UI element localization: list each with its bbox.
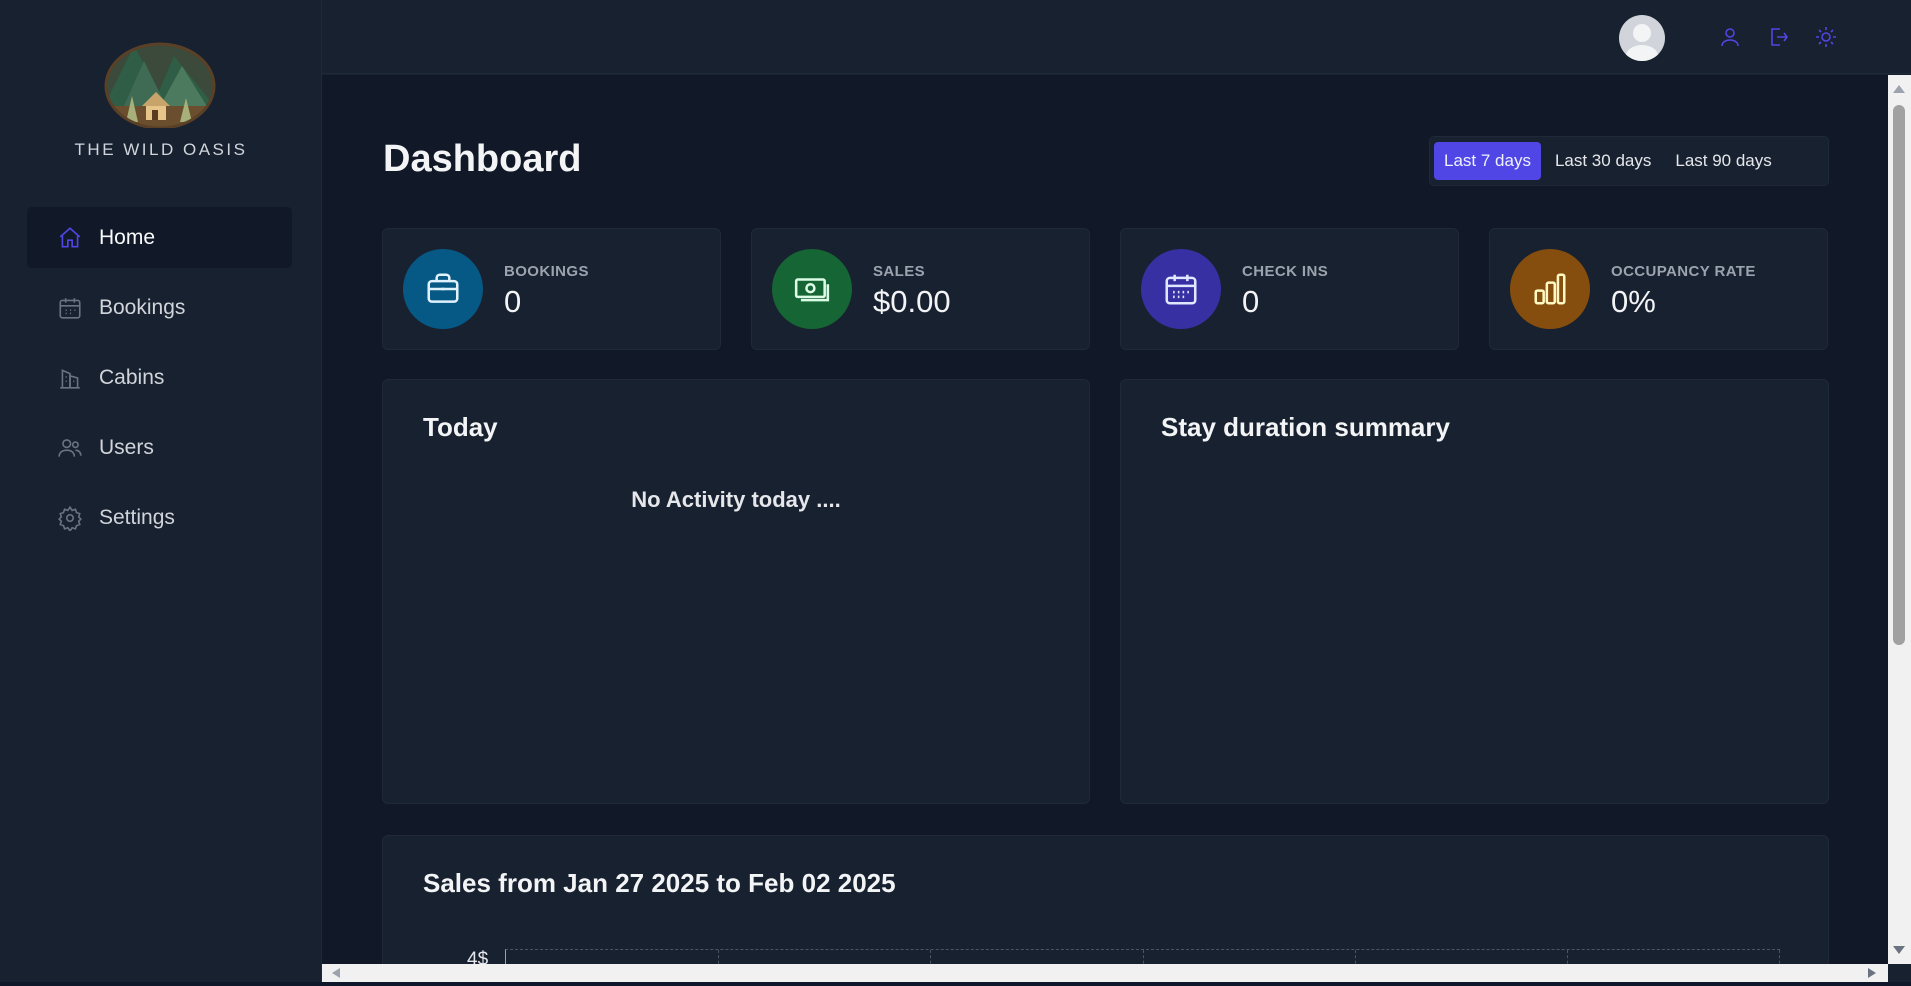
- grid-line: [1143, 950, 1144, 964]
- user-avatar[interactable]: [1619, 15, 1665, 61]
- sidebar: THE WILD OASIS Home Bookings Cabins User…: [0, 0, 322, 986]
- window-bottom-edge: [0, 982, 1911, 986]
- scrollbar-thumb[interactable]: [1893, 105, 1905, 645]
- sidebar-item-home[interactable]: Home: [27, 207, 292, 268]
- sales-panel: Sales from Jan 27 2025 to Feb 02 2025 4$: [382, 835, 1829, 964]
- filter-last-30-days[interactable]: Last 30 days: [1545, 142, 1661, 180]
- sidebar-item-label: Home: [99, 225, 156, 249]
- logout-icon[interactable]: [1765, 24, 1791, 50]
- building-icon: [60, 368, 80, 389]
- stat-label: SALES: [873, 263, 926, 280]
- stat-value: 0: [1242, 284, 1260, 319]
- grid-line: [718, 950, 719, 964]
- sales-chart-grid: [505, 949, 1780, 964]
- sidebar-item-label: Bookings: [99, 295, 186, 319]
- date-filter: Last 7 days Last 30 days Last 90 days: [1429, 136, 1829, 186]
- vertical-scrollbar[interactable]: [1888, 75, 1911, 964]
- horizontal-scrollbar[interactable]: [322, 964, 1888, 982]
- calendar-days-icon: [1141, 249, 1221, 329]
- stat-value: 0%: [1611, 284, 1656, 319]
- brand-name: THE WILD OASIS: [74, 140, 248, 159]
- stat-value: 0: [504, 284, 522, 319]
- sales-title: Sales from Jan 27 2025 to Feb 02 2025: [423, 868, 896, 898]
- stat-sales: SALES $0.00: [751, 228, 1090, 350]
- avatar-body: [1626, 45, 1658, 61]
- scroll-right-icon[interactable]: [1868, 968, 1876, 978]
- sidebar-item-settings[interactable]: Settings: [27, 487, 292, 548]
- banknotes-icon: [772, 249, 852, 329]
- main-content: Dashboard Last 7 days Last 30 days Last …: [322, 75, 1888, 964]
- cabin-mountain-logo: [104, 42, 216, 128]
- sun-icon[interactable]: [1813, 24, 1839, 50]
- calendar-icon: [59, 297, 81, 319]
- scroll-up-icon[interactable]: [1893, 85, 1905, 93]
- today-title: Today: [423, 412, 498, 442]
- sidebar-item-label: Cabins: [99, 365, 165, 389]
- sidebar-item-label: Settings: [99, 505, 175, 529]
- sidebar-item-cabins[interactable]: Cabins: [27, 347, 292, 408]
- grid-line: [1355, 950, 1356, 964]
- stat-label: OCCUPANCY RATE: [1611, 263, 1756, 280]
- user-icon[interactable]: [1717, 24, 1743, 50]
- today-panel: Today No Activity today ....: [382, 379, 1090, 804]
- sidebar-item-users[interactable]: Users: [27, 417, 292, 478]
- filter-last-90-days[interactable]: Last 90 days: [1665, 142, 1781, 180]
- sidebar-item-label: Users: [99, 435, 154, 459]
- stay-duration-panel: Stay duration summary: [1120, 379, 1829, 804]
- grid-line: [1779, 950, 1780, 964]
- stat-value: $0.00: [873, 284, 951, 319]
- gear-icon: [58, 505, 82, 531]
- sidebar-item-bookings[interactable]: Bookings: [27, 277, 292, 338]
- empty-activity-message: No Activity today ....: [631, 487, 841, 512]
- top-header: [322, 0, 1911, 74]
- stat-label: BOOKINGS: [504, 263, 589, 280]
- users-icon: [58, 438, 82, 457]
- scroll-left-icon[interactable]: [332, 968, 340, 978]
- stat-label: CHECK INS: [1242, 263, 1329, 280]
- avatar-head: [1633, 24, 1651, 42]
- stat-check-ins: CHECK INS 0: [1120, 228, 1459, 350]
- y-axis-tick: 4$: [467, 949, 489, 964]
- stat-bookings: BOOKINGS 0: [382, 228, 721, 350]
- stay-duration-title: Stay duration summary: [1161, 412, 1450, 442]
- briefcase-icon: [403, 249, 483, 329]
- grid-line: [1567, 950, 1568, 964]
- page-title: Dashboard: [383, 138, 582, 180]
- filter-last-7-days[interactable]: Last 7 days: [1434, 142, 1541, 180]
- stat-occupancy-rate: OCCUPANCY RATE 0%: [1489, 228, 1828, 350]
- chart-bar-icon: [1510, 249, 1590, 329]
- grid-line: [930, 950, 931, 964]
- scroll-down-icon[interactable]: [1893, 946, 1905, 954]
- home-icon: [59, 226, 81, 247]
- sidebar-nav: Home Bookings Cabins Users Settings: [27, 207, 292, 557]
